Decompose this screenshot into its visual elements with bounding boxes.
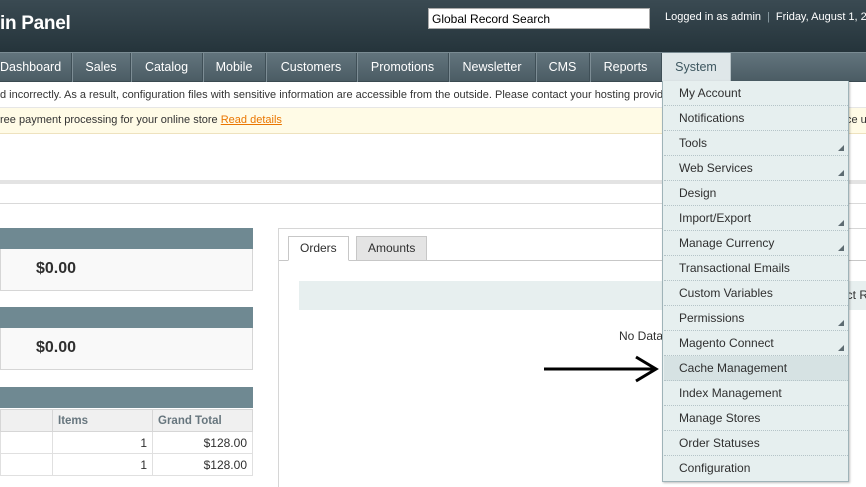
menu-item-label: Manage Stores (679, 411, 761, 425)
menu-item-label: Design (679, 186, 717, 200)
security-warning-text: d incorrectly. As a result, configuratio… (0, 89, 664, 101)
menu-item-design[interactable]: Design (664, 181, 848, 206)
global-record-search-input[interactable] (428, 8, 650, 29)
table-row[interactable]: 1 $128.00 (0, 453, 253, 476)
annotation-arrow-icon (544, 355, 659, 383)
header-bar: in Panel Logged in as admin | Friday, Augu… (0, 0, 866, 52)
cell-items: 1 (52, 453, 153, 476)
lifetime-sales-box: $0.00 (0, 249, 253, 291)
menu-item-label: Cache Management (679, 361, 788, 375)
menu-item-label: Index Management (679, 386, 782, 400)
column-header-grand-total[interactable]: Grand Total (152, 409, 253, 432)
menu-item-label: Permissions (679, 311, 745, 325)
menu-item-label: Custom Variables (679, 286, 773, 300)
cell-customer (0, 431, 53, 454)
tab-amounts[interactable]: Amounts (356, 236, 428, 261)
table-header-row: Items Grand Total (0, 409, 253, 432)
tab-orders[interactable]: Orders (288, 236, 349, 261)
nav-item-catalog[interactable]: Catalog (131, 53, 203, 82)
promo-text: ree payment processing for your online s… (0, 114, 221, 126)
nav-item-sales[interactable]: Sales (72, 53, 131, 82)
user-info: Logged in as admin | Friday, August 1, 2 (665, 11, 866, 23)
menu-item-web-services[interactable]: Web Services (664, 156, 848, 181)
submenu-arrow-icon (838, 220, 844, 226)
menu-item-manage-stores[interactable]: Manage Stores (664, 406, 848, 431)
menu-item-label: Magento Connect (679, 336, 774, 350)
menu-item-label: Web Services (679, 161, 753, 175)
nav-item-reports[interactable]: Reports (590, 53, 662, 82)
menu-item-index-management[interactable]: Index Management (664, 381, 848, 406)
menu-item-order-statuses[interactable]: Order Statuses (664, 431, 848, 456)
submenu-arrow-icon (838, 245, 844, 251)
column-header-items[interactable]: Items (52, 409, 153, 432)
last-orders-header (0, 387, 253, 408)
menu-item-label: Tools (679, 136, 708, 150)
main-nav: Dashboard Sales Catalog Mobile Customers… (0, 52, 866, 82)
promo-tail-text: ce u (846, 114, 866, 126)
nav-item-dashboard[interactable]: Dashboard (0, 53, 72, 82)
menu-item-notifications[interactable]: Notifications (664, 106, 848, 131)
menu-item-label: My Account (679, 86, 742, 100)
menu-item-tools[interactable]: Tools (664, 131, 848, 156)
nav-item-cms[interactable]: CMS (536, 53, 590, 82)
menu-item-cache-management[interactable]: Cache Management (664, 356, 848, 381)
average-orders-box: $0.00 (0, 328, 253, 370)
menu-item-custom-variables[interactable]: Custom Variables (664, 281, 848, 306)
submenu-arrow-icon (838, 345, 844, 351)
lifetime-sales-amount: $0.00 (36, 260, 77, 277)
nav-item-system[interactable]: System (662, 53, 731, 82)
cell-items: 1 (52, 431, 153, 454)
nav-item-mobile[interactable]: Mobile (203, 53, 266, 82)
menu-item-import-export[interactable]: Import/Export (664, 206, 848, 231)
menu-item-label: Manage Currency (679, 236, 775, 250)
admin-page: in Panel Logged in as admin | Friday, Augu… (0, 0, 866, 487)
admin-panel-logo: in Panel (0, 13, 71, 34)
menu-item-transactional-emails[interactable]: Transactional Emails (664, 256, 848, 281)
nav-item-newsletter[interactable]: Newsletter (449, 53, 536, 82)
read-details-link[interactable]: Read details (221, 114, 282, 126)
average-orders-header (0, 307, 253, 328)
menu-item-label: Notifications (679, 111, 745, 125)
last-orders-table: Items Grand Total 1 $128.00 1 $128.00 (0, 409, 253, 476)
menu-item-label: Order Statuses (679, 436, 760, 450)
nav-item-customers[interactable]: Customers (266, 53, 357, 82)
separator: | (767, 11, 770, 23)
lifetime-sales-header (0, 228, 253, 249)
menu-item-label: Transactional Emails (679, 261, 790, 275)
menu-item-permissions[interactable]: Permissions (664, 306, 848, 331)
column-header-customer[interactable] (0, 409, 53, 432)
menu-item-manage-currency[interactable]: Manage Currency (664, 231, 848, 256)
no-data-message: No Data (619, 329, 664, 343)
logged-in-text: Logged in as admin (665, 11, 762, 23)
cell-grand-total: $128.00 (152, 431, 253, 454)
submenu-arrow-icon (838, 170, 844, 176)
menu-item-label: Configuration (679, 461, 751, 475)
menu-item-label: Import/Export (679, 211, 752, 225)
table-row[interactable]: 1 $128.00 (0, 431, 253, 454)
submenu-arrow-icon (838, 320, 844, 326)
nav-item-promotions[interactable]: Promotions (357, 53, 449, 82)
menu-item-my-account[interactable]: My Account (664, 81, 848, 106)
menu-item-configuration[interactable]: Configuration (664, 456, 848, 481)
date-text: Friday, August 1, 2 (775, 11, 866, 23)
average-orders-amount: $0.00 (36, 339, 77, 356)
system-menu-dropdown: My Account Notifications Tools Web Servi… (662, 81, 849, 482)
cell-grand-total: $128.00 (152, 453, 253, 476)
menu-item-magento-connect[interactable]: Magento Connect (664, 331, 848, 356)
cell-customer (0, 453, 53, 476)
submenu-arrow-icon (838, 145, 844, 151)
